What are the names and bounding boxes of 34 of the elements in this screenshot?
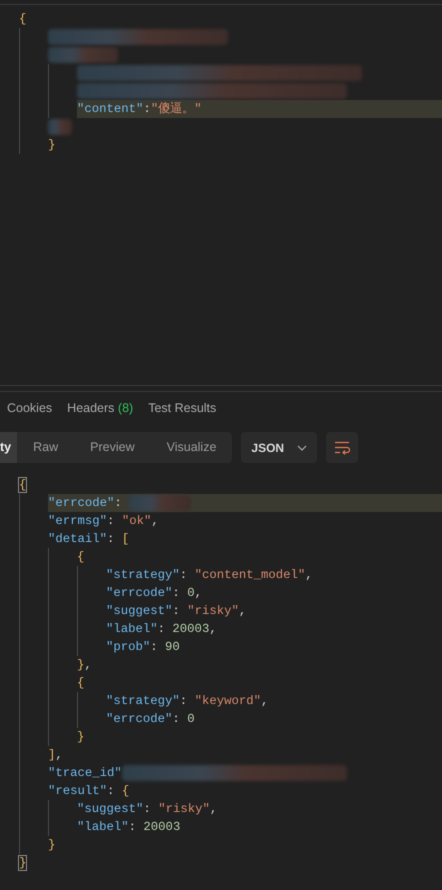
code-line: } [48, 137, 56, 154]
code-line: { [77, 548, 84, 566]
response-tab[interactable]: Test Results [148, 399, 216, 418]
code-line: } [19, 854, 26, 872]
code-line: "suggest": "risky", [106, 602, 246, 620]
code-line: "detail": [ [48, 530, 130, 548]
code-line: }, [77, 656, 92, 674]
view-mode-tab[interactable]: Raw [17, 432, 74, 464]
code-line: { [77, 674, 84, 692]
code-line: "strategy": "keyword", [106, 692, 268, 710]
chevron-down-icon [297, 444, 308, 451]
code-line: ], [48, 746, 63, 764]
code-line: { [19, 476, 26, 494]
wrap-lines-icon [334, 440, 350, 455]
code-line: "errmsg": "ok", [48, 512, 159, 530]
code-line: } [48, 836, 56, 854]
code-line: "label": 20003 [77, 818, 180, 836]
code-line: "result": { [48, 782, 130, 800]
view-mode-tab[interactable]: Preview [74, 432, 151, 464]
response-tab[interactable]: Cookies [7, 399, 52, 418]
code-line: "trace_id" [48, 764, 347, 782]
code-line: "errcode": 0, [106, 584, 202, 602]
code-line: "strategy": "content_model", [106, 566, 313, 584]
wrap-lines-button[interactable] [326, 432, 358, 464]
view-mode-tab[interactable]: ty [0, 432, 18, 464]
format-dropdown[interactable]: JSON [241, 432, 318, 464]
code-line: "errcode": 0 [106, 710, 195, 728]
code-line: { [19, 11, 26, 28]
code-line: "label": 20003, [106, 620, 217, 638]
view-mode-tab[interactable]: Visualize [150, 432, 232, 464]
code-line: "suggest": "risky", [77, 800, 218, 818]
code-line: "prob": 90 [106, 638, 180, 656]
code-line: } [77, 728, 84, 746]
response-tab[interactable]: Headers (8) [67, 399, 134, 418]
